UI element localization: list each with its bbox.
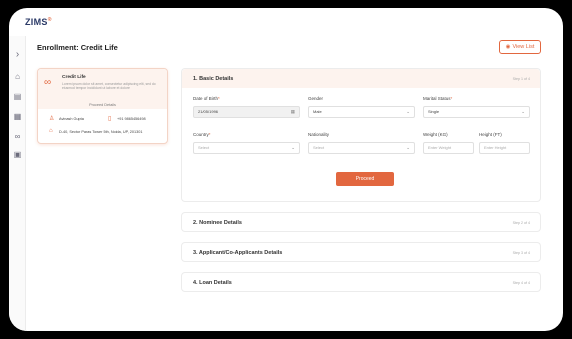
proceed-details-label: Proceed Details (89, 103, 116, 107)
step-indicator: Step 1 of 4 (512, 77, 530, 81)
country-label: Country* (193, 132, 211, 137)
zims-logo[interactable]: ZIMS® (25, 17, 52, 27)
height-label: Height (FT) (479, 132, 502, 137)
section-title: 2. Nominee Details (193, 220, 242, 226)
view-list-button[interactable]: ◉ View List (499, 40, 541, 54)
shield-link-icon: ∞ (44, 77, 52, 88)
marital-status-select[interactable]: Single ⌄ (423, 106, 530, 118)
chevron-right-icon[interactable]: › (13, 50, 22, 60)
step-indicator: Step 2 of 4 (512, 221, 530, 225)
dob-field[interactable]: 21/05/1996 ▦ (193, 106, 300, 118)
gender-select[interactable]: Male ⌄ (308, 106, 415, 118)
product-title: Credit Life (62, 75, 86, 80)
home-icon[interactable]: ⌂ (13, 72, 22, 81)
top-bar: ZIMS® (9, 8, 563, 36)
customer-name: Avinash Gupta (59, 117, 84, 121)
link-icon[interactable]: ∞ (13, 132, 22, 141)
app-window: ZIMS® › ⌂ ▤ ▦ ∞ ▣ Enrollment: Credit Lif… (9, 8, 563, 331)
weight-label: Weight (KG) (423, 132, 448, 137)
customer-phone: +91 9865456498 (117, 117, 146, 121)
section-title: 1. Basic Details (193, 76, 234, 82)
section-title: 3. Applicant/Co-Applicants Details (193, 250, 283, 256)
chevron-down-icon: ⌄ (291, 145, 295, 150)
sidebar: › ⌂ ▤ ▦ ∞ ▣ (9, 36, 26, 331)
gender-label: Gender (308, 96, 324, 101)
basic-details-section: 1. Basic Details Step 1 of 4 Date of Bir… (181, 68, 541, 202)
product-description: Lorem ipsum dolor sit amet, consectetur … (62, 82, 156, 91)
document-icon[interactable]: ▤ (13, 92, 22, 101)
applicant-details-section[interactable]: 3. Applicant/Co-Applicants Details Step … (181, 242, 541, 262)
chevron-down-icon: ⌄ (521, 109, 525, 114)
page-title: Enrollment: Credit Life (37, 43, 118, 52)
calendar-icon[interactable]: ▣ (13, 150, 22, 159)
location-icon: ⌂ (49, 128, 53, 134)
customer-address: D-40, Sector Paras Tower 5th, Noida, UP,… (59, 130, 143, 134)
dob-label: Date of Birth* (193, 96, 220, 101)
chevron-down-icon: ⌄ (406, 145, 410, 150)
chevron-down-icon: ⌄ (406, 109, 410, 114)
height-input[interactable]: Enter Height (479, 142, 530, 154)
step-indicator: Step 3 of 4 (512, 251, 530, 255)
calendar-icon[interactable]: ▦ (291, 107, 295, 117)
marital-status-label: Marital Status* (423, 96, 453, 101)
nationality-select[interactable]: Select ⌄ (308, 142, 415, 154)
section-title: 4. Loan Details (193, 280, 232, 286)
basic-details-header[interactable]: 1. Basic Details Step 1 of 4 (182, 69, 540, 88)
summary-card: ∞ Credit Life Lorem ipsum dolor sit amet… (37, 68, 168, 144)
loan-details-section[interactable]: 4. Loan Details Step 4 of 4 (181, 272, 541, 292)
nationality-label: Nationality (308, 132, 330, 137)
view-list-label: View List (512, 44, 535, 50)
weight-input[interactable]: Enter Weight (423, 142, 474, 154)
person-icon: ♙ (49, 116, 55, 122)
nominee-details-section[interactable]: 2. Nominee Details Step 2 of 4 (181, 212, 541, 232)
proceed-button[interactable]: Proceed (336, 172, 394, 186)
step-indicator: Step 4 of 4 (512, 281, 530, 285)
grid-icon[interactable]: ▦ (13, 112, 22, 121)
phone-icon: ▯ (108, 116, 112, 122)
country-select[interactable]: Select ⌄ (193, 142, 300, 154)
eye-icon: ◉ (505, 44, 511, 50)
